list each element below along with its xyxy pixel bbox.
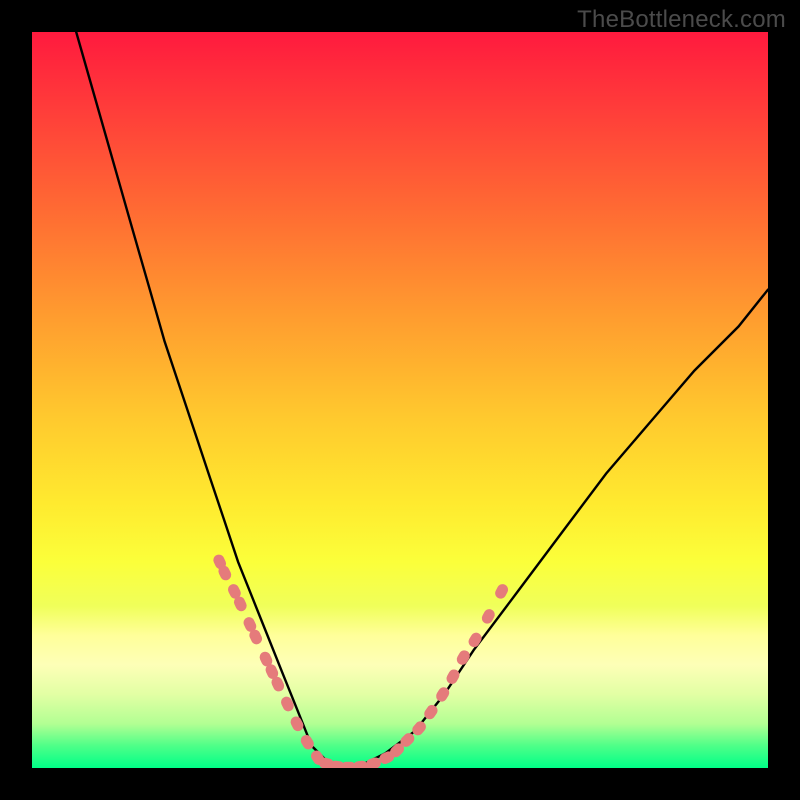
- curve-layer: [32, 32, 768, 768]
- curve-marker: [493, 582, 510, 600]
- curve-markers: [212, 553, 510, 768]
- watermark-text: TheBottleneck.com: [577, 6, 786, 34]
- bottleneck-curve: [76, 32, 768, 768]
- curve-marker: [352, 760, 368, 768]
- plot-area: [32, 32, 768, 768]
- curve-path: [76, 32, 768, 768]
- curve-marker: [467, 631, 484, 650]
- curve-marker: [455, 648, 472, 667]
- chart-frame: TheBottleneck.com: [0, 0, 800, 800]
- curve-marker: [289, 715, 306, 733]
